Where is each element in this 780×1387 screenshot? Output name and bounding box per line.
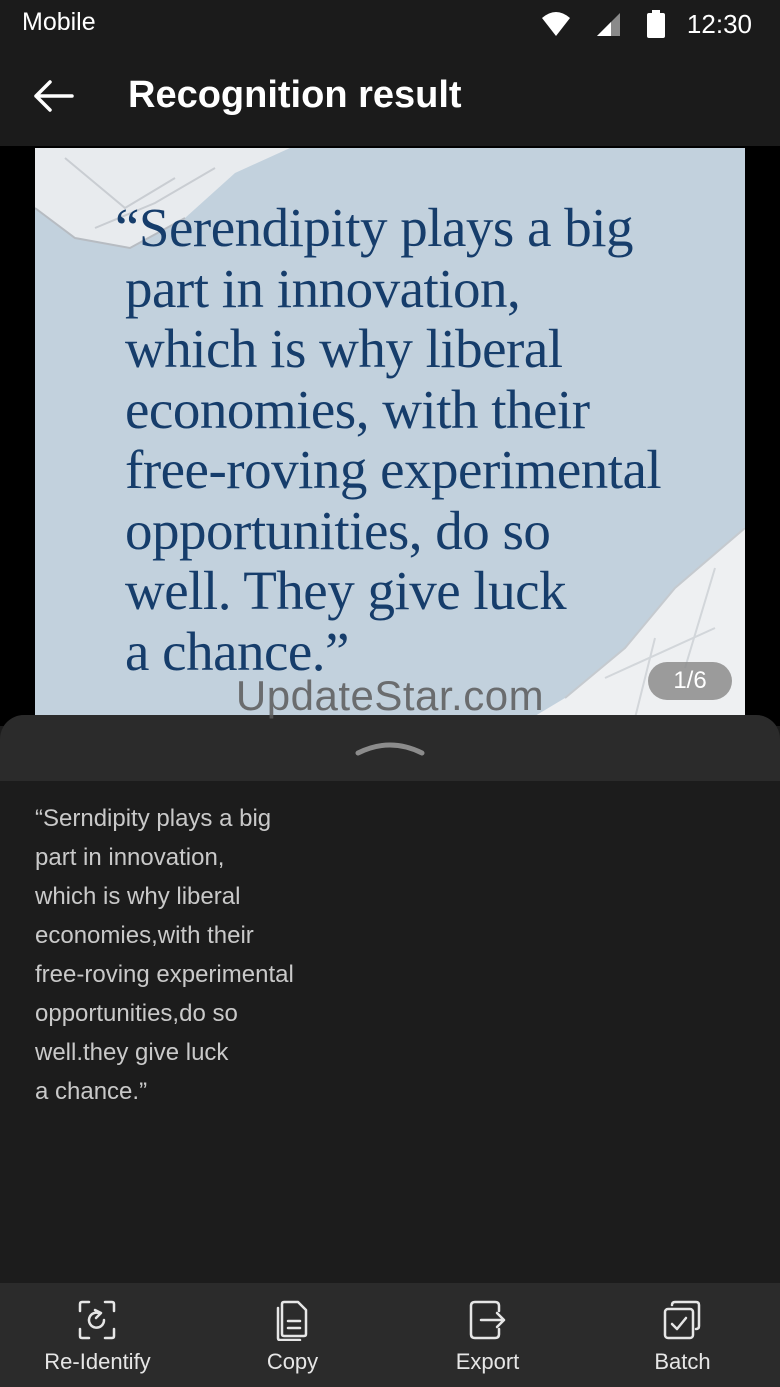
- batch-button[interactable]: Batch: [585, 1283, 780, 1387]
- signal-icon: [596, 13, 620, 36]
- status-icons: 12:30: [541, 6, 752, 42]
- export-icon: [469, 1300, 506, 1340]
- recognition-result-screen: Mobile 12:30 Recognition result “Serendi…: [0, 0, 780, 1387]
- result-sheet: “Serndipity plays a big part in innovati…: [0, 715, 780, 1283]
- photo-quote-line: opportunities, do so: [125, 499, 551, 561]
- wifi-icon: [541, 12, 570, 36]
- export-label: Export: [455, 1349, 520, 1374]
- title-bar: Recognition result: [0, 48, 780, 146]
- recognized-text-line: opportunities,do so: [35, 1000, 238, 1027]
- batch-check-icon: [663, 1300, 701, 1340]
- batch-label: Batch: [654, 1349, 711, 1374]
- copy-button[interactable]: Copy: [195, 1283, 390, 1387]
- watermark: UpdateStar.com: [235, 672, 545, 719]
- photo-quote-line: “Serendipity plays a big: [115, 197, 634, 258]
- copy-label: Copy: [266, 1349, 319, 1374]
- photo-quote-line: which is why liberal: [125, 318, 563, 379]
- recognized-text-line: well.they give luck: [35, 1039, 229, 1066]
- image-preview-area: “Serendipity plays a big part in innovat…: [0, 146, 780, 728]
- chevron-up-icon: [355, 742, 425, 756]
- clock: 12:30: [686, 8, 752, 39]
- re-identify-icon: [78, 1300, 116, 1340]
- photo-quote-line: economies, with their: [125, 378, 590, 440]
- photo-quote-line: well. They give luck: [125, 560, 567, 621]
- scanned-photo[interactable]: “Serendipity plays a big part in innovat…: [35, 148, 745, 728]
- recognized-text-line: free-roving experimental: [35, 961, 294, 988]
- battery-icon: [646, 10, 665, 38]
- recognized-text-line: economies,with their: [35, 922, 254, 949]
- copy-document-icon: [276, 1300, 308, 1341]
- recognized-text-line: “Serndipity plays a big: [35, 805, 272, 832]
- export-button[interactable]: Export: [390, 1283, 585, 1387]
- back-button[interactable]: [28, 74, 78, 118]
- photo-quote-text: “Serendipity plays a big part in innovat…: [115, 197, 662, 682]
- recognized-text-line: part in innovation,: [35, 844, 225, 871]
- status-bar: Mobile 12:30: [0, 0, 780, 48]
- recognized-text-line: a chance.”: [35, 1078, 148, 1105]
- sheet-expand-handle[interactable]: [0, 715, 780, 781]
- photo-quote-line: free-roving experimental: [125, 439, 662, 500]
- recognized-text[interactable]: “Serndipity plays a big part in innovati…: [35, 799, 294, 1111]
- carrier-name: Mobile: [22, 8, 96, 36]
- bottom-toolbar: Re-Identify Copy Export Batch: [0, 1283, 780, 1387]
- re-identify-button[interactable]: Re-Identify: [0, 1283, 195, 1387]
- arrow-left-icon: [34, 80, 74, 112]
- recognized-text-line: which is why liberal: [35, 883, 241, 910]
- photo-quote-line: part in innovation,: [125, 257, 521, 319]
- page-title: Recognition result: [128, 74, 462, 116]
- re-identify-label: Re-Identify: [44, 1349, 151, 1374]
